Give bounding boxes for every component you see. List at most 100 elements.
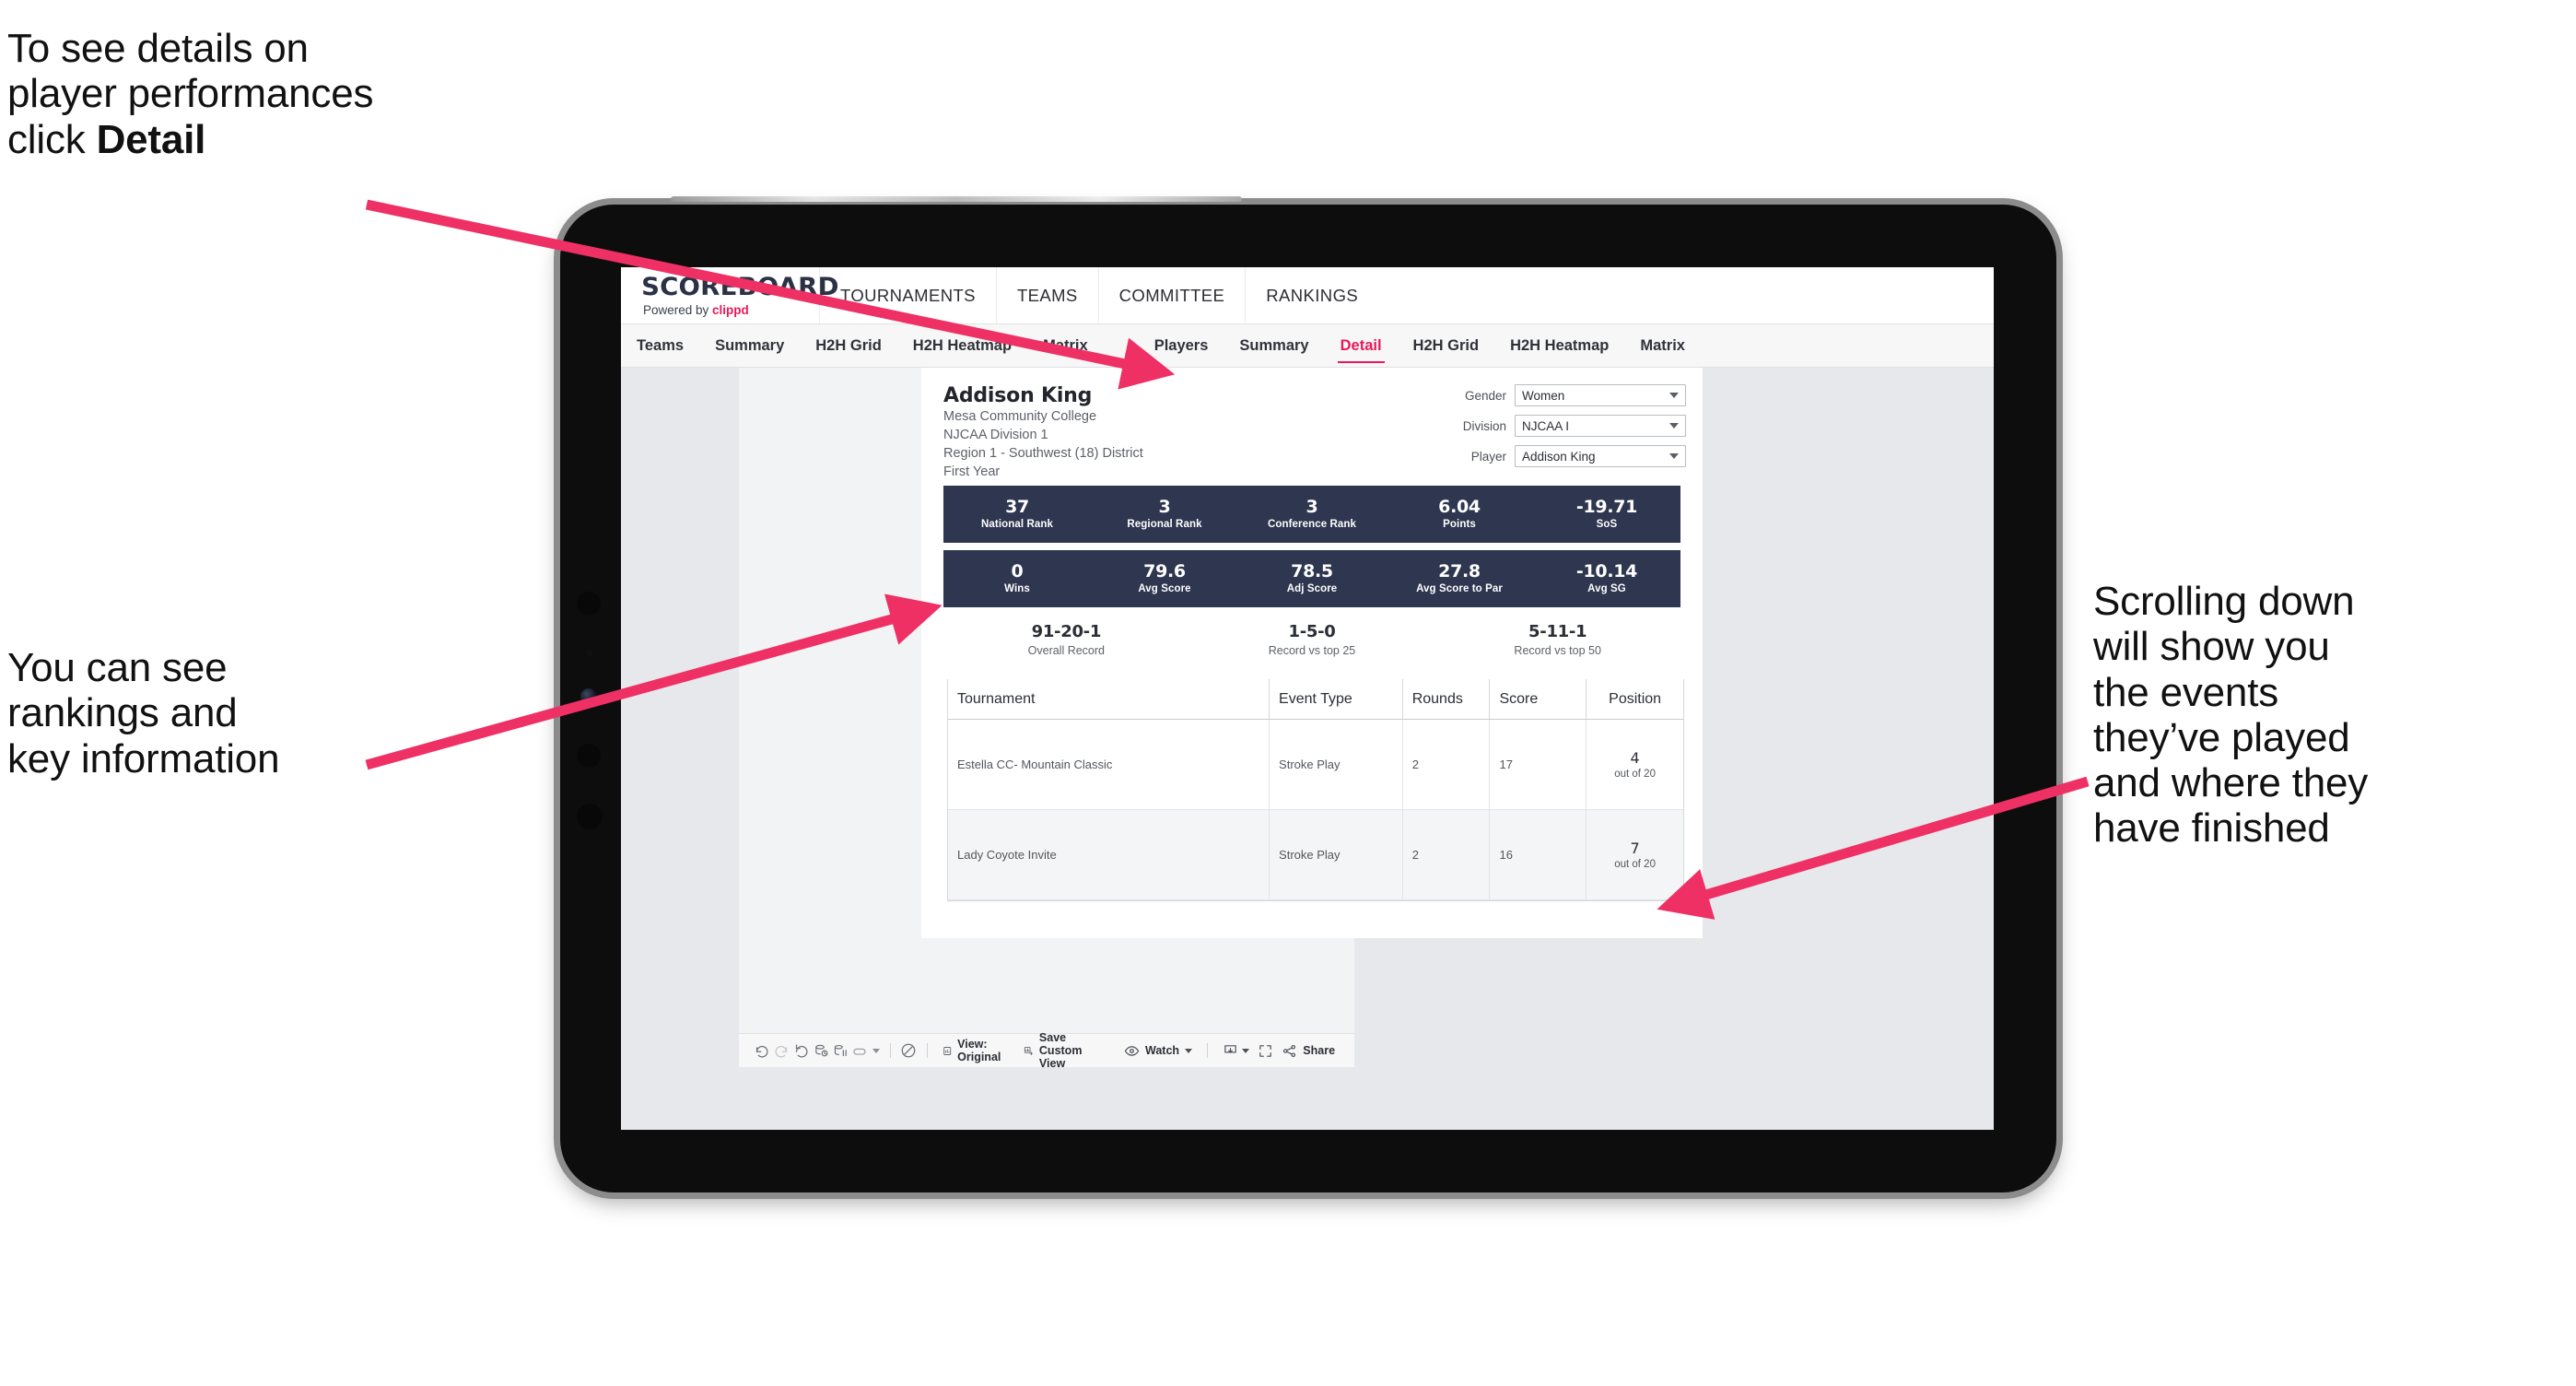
download-button[interactable] xyxy=(1216,1043,1256,1059)
sensor-dot-2-icon xyxy=(577,744,601,768)
stat-national-rank-value: 37 xyxy=(1005,496,1029,517)
filter-row-gender: Gender Women xyxy=(1410,384,1686,406)
filter-label-gender: Gender xyxy=(1464,388,1506,403)
stat-wins-value: 0 xyxy=(1011,560,1024,581)
undo-redo-history-icon[interactable] xyxy=(851,1039,872,1063)
sub-tab-team-h2h-heatmap-label: H2H Heatmap xyxy=(912,336,1013,354)
sub-tab-team-matrix-label: Matrix xyxy=(1043,336,1088,354)
top-nav-tournaments-label: TOURNAMENTS xyxy=(840,285,976,305)
sub-tab-player-matrix[interactable]: Matrix xyxy=(1624,324,1701,367)
sensor-dot-icon xyxy=(586,650,593,657)
table-row[interactable]: Lady Coyote Invite Stroke Play 2 16 7 ou… xyxy=(948,810,1683,900)
stat-points: 6.04 Points xyxy=(1386,496,1533,531)
app-logo[interactable]: SCOREBOARD Powered by clippd xyxy=(621,267,838,323)
stat-adj-score-label: Adj Score xyxy=(1286,583,1338,595)
refresh-data-icon[interactable] xyxy=(812,1039,832,1063)
view-original-button[interactable]: View: Original xyxy=(936,1038,1018,1063)
record-top25-label: Record vs top 25 xyxy=(1268,644,1356,657)
sub-tab-player-matrix-label: Matrix xyxy=(1640,336,1685,354)
filter-select-player[interactable]: Addison King xyxy=(1515,445,1686,467)
sensor-dot-3-icon xyxy=(577,804,603,829)
column-header-event-type[interactable]: Event Type xyxy=(1270,679,1403,719)
sub-tab-team-h2h-grid[interactable]: H2H Grid xyxy=(800,324,897,367)
top-nav-rankings[interactable]: RANKINGS xyxy=(1246,267,1378,323)
toolbar-divider xyxy=(926,1043,928,1058)
stat-sos-value: -19.71 xyxy=(1575,496,1638,517)
table-row[interactable]: Estella CC- Mountain Classic Stroke Play… xyxy=(948,720,1683,810)
annotation-scrolling-line3: the events xyxy=(2093,669,2279,715)
sub-tab-team-summary-label: Summary xyxy=(715,336,785,354)
stat-avg-score-value: 79.6 xyxy=(1143,560,1186,581)
viz-toolbar: View: Original Save Custom View Watch Sh… xyxy=(739,1031,1354,1070)
watch-button[interactable]: Watch xyxy=(1118,1043,1199,1059)
undo-icon[interactable] xyxy=(752,1039,772,1063)
redo-icon[interactable] xyxy=(772,1039,792,1063)
chevron-down-icon xyxy=(1669,393,1679,398)
filter-select-division[interactable]: NJCAA I xyxy=(1515,415,1686,437)
top-nav-committee-label: COMMITTEE xyxy=(1118,285,1225,305)
cell-tournament: Lady Coyote Invite xyxy=(948,810,1270,899)
stat-regional-rank: 3 Regional Rank xyxy=(1091,498,1238,531)
sub-tab-player-h2h-grid-label: H2H Grid xyxy=(1412,336,1480,354)
stat-conference-rank-value: 3 xyxy=(1306,496,1318,517)
player-year: First Year xyxy=(943,464,1001,480)
record-top25-value: 1-5-0 xyxy=(1288,622,1336,641)
cell-event-type: Stroke Play xyxy=(1270,810,1403,899)
fullscreen-icon[interactable] xyxy=(1256,1039,1276,1063)
sub-tab-player-summary[interactable]: Summary xyxy=(1224,324,1324,367)
column-header-rounds[interactable]: Rounds xyxy=(1403,679,1491,719)
stat-points-value: 6.04 xyxy=(1438,496,1481,517)
pause-refresh-icon[interactable] xyxy=(831,1039,851,1063)
filter-row-player: Player Addison King xyxy=(1410,445,1686,467)
sub-tab-players[interactable]: Players xyxy=(1139,324,1224,367)
filter-select-gender[interactable]: Women xyxy=(1515,384,1686,406)
stats-bar-rankings: 37 National Rank 3 Regional Rank 3 Confe… xyxy=(943,486,1680,543)
stat-avg-sg: -10.14 Avg SG xyxy=(1533,562,1680,595)
column-header-tournament[interactable]: Tournament xyxy=(948,679,1270,719)
cell-position-outof: out of 20 xyxy=(1614,859,1656,870)
sub-tab-teams[interactable]: Teams xyxy=(621,324,699,367)
share-button[interactable]: Share xyxy=(1275,1043,1341,1059)
stat-national-rank: 37 National Rank xyxy=(943,496,1091,531)
chevron-down-icon xyxy=(1669,423,1679,429)
stat-regional-rank-label: Regional Rank xyxy=(1127,519,1202,531)
record-overall-label: Overall Record xyxy=(1027,644,1106,657)
view-original-label: View: Original xyxy=(957,1038,1001,1063)
chevron-down-icon xyxy=(1241,1048,1249,1053)
annotation-detail-line3: click Detail xyxy=(7,117,615,162)
toolbar-divider xyxy=(889,1043,891,1058)
front-camera-icon xyxy=(577,592,601,616)
stat-adj-score: 78.5 Adj Score xyxy=(1238,560,1386,595)
camera-lens-icon xyxy=(580,688,597,705)
chevron-down-icon xyxy=(1669,453,1679,459)
save-custom-view-button[interactable]: Save Custom View xyxy=(1017,1031,1118,1070)
revert-icon[interactable] xyxy=(791,1039,812,1063)
stat-adj-score-value: 78.5 xyxy=(1291,560,1333,581)
top-nav-tournaments[interactable]: TOURNAMENTS xyxy=(820,267,997,323)
annotation-scrolling-line5: and where they xyxy=(2093,760,2369,806)
record-top50-value: 5-11-1 xyxy=(1528,622,1587,641)
records-row: 91-20-1 Overall Record 1-5-0 Record vs t… xyxy=(943,622,1680,657)
sub-tab-team-h2h-heatmap[interactable]: H2H Heatmap xyxy=(897,324,1027,367)
slide-canvas: To see details on player performances cl… xyxy=(0,0,2576,1386)
sub-tab-player-h2h-heatmap[interactable]: H2H Heatmap xyxy=(1494,324,1624,367)
sub-navigation: Teams Summary H2H Grid H2H Heatmap Matri… xyxy=(621,324,1994,368)
stat-conference-rank-label: Conference Rank xyxy=(1267,519,1357,531)
filter-value-gender: Women xyxy=(1522,388,1565,403)
clear-filters-icon[interactable] xyxy=(898,1039,919,1063)
top-nav-committee[interactable]: COMMITTEE xyxy=(1099,267,1247,323)
sub-tab-player-detail[interactable]: Detail xyxy=(1325,324,1398,367)
annotation-scrolling-line6: have finished xyxy=(2093,805,2330,852)
stat-avg-score-to-par: 27.8 Avg Score to Par xyxy=(1386,562,1533,595)
top-nav-teams-label: TEAMS xyxy=(1016,285,1078,305)
column-header-score[interactable]: Score xyxy=(1490,679,1587,719)
sub-tab-player-h2h-grid[interactable]: H2H Grid xyxy=(1398,324,1495,367)
history-caret-icon[interactable] xyxy=(871,1039,881,1063)
sub-tab-player-summary-label: Summary xyxy=(1239,336,1309,354)
sub-tab-team-matrix[interactable]: Matrix xyxy=(1027,324,1104,367)
top-nav-teams[interactable]: TEAMS xyxy=(997,267,1099,323)
column-header-position[interactable]: Position xyxy=(1587,679,1683,719)
sub-tab-team-summary[interactable]: Summary xyxy=(699,324,800,367)
share-label: Share xyxy=(1303,1044,1336,1057)
stat-wins-label: Wins xyxy=(1004,583,1030,595)
